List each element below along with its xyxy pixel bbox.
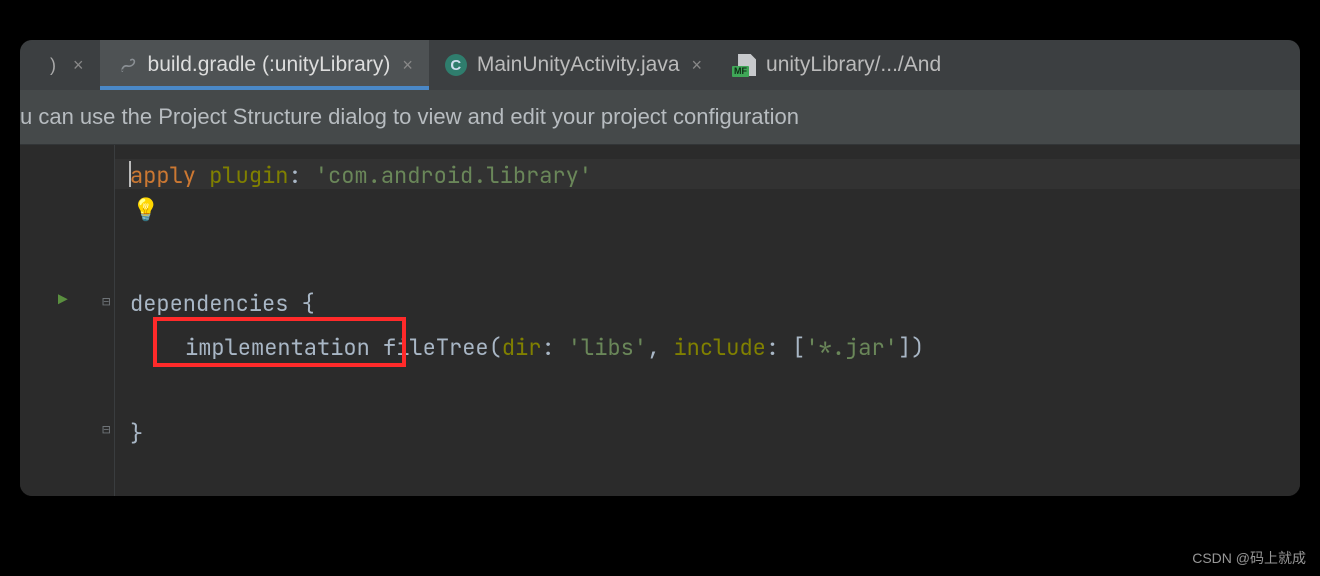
- stub-paren: ): [50, 55, 56, 75]
- class-icon: C: [445, 54, 467, 76]
- close-icon[interactable]: ×: [402, 55, 413, 76]
- tab-label: build.gradle (:unityLibrary): [148, 53, 391, 77]
- tab-build-gradle[interactable]: build.gradle (:unityLibrary) ×: [100, 40, 429, 90]
- code-line: apply plugin: 'com.android.library': [130, 161, 592, 190]
- close-icon[interactable]: ×: [692, 55, 703, 76]
- prev-tab-stub: ) ×: [50, 55, 92, 76]
- gradle-icon: [116, 54, 138, 76]
- fold-open-icon[interactable]: ⊟: [102, 295, 110, 309]
- tab-label: unityLibrary/.../And: [766, 53, 941, 77]
- notification-bar[interactable]: u can use the Project Structure dialog t…: [20, 90, 1300, 145]
- run-gutter-icon[interactable]: ▶: [58, 289, 68, 310]
- watermark: CSDN @码上就成: [1192, 548, 1306, 568]
- tab-label: MainUnityActivity.java: [477, 53, 680, 77]
- code-line: dependencies {: [130, 289, 315, 318]
- intention-bulb-icon[interactable]: 💡: [132, 195, 159, 224]
- highlight-box: [153, 317, 406, 367]
- editor-window: ) × build.gradle (:unityLibrary) × C Mai…: [20, 40, 1300, 496]
- code-line: }: [130, 419, 143, 448]
- tab-bar: ) × build.gradle (:unityLibrary) × C Mai…: [20, 40, 1300, 90]
- editor-area[interactable]: ▶ ⊟ ⊟ apply plugin: 'com.android.library…: [20, 145, 1300, 496]
- tab-unity-library-manifest[interactable]: MF unityLibrary/.../And: [718, 40, 957, 90]
- close-icon[interactable]: ×: [73, 55, 84, 75]
- gutter: ▶ ⊟ ⊟: [20, 145, 115, 496]
- tab-main-unity-activity[interactable]: C MainUnityActivity.java ×: [429, 40, 718, 90]
- notification-text: u can use the Project Structure dialog t…: [20, 104, 799, 129]
- fold-close-icon[interactable]: ⊟: [102, 423, 110, 437]
- manifest-icon: MF: [734, 54, 756, 76]
